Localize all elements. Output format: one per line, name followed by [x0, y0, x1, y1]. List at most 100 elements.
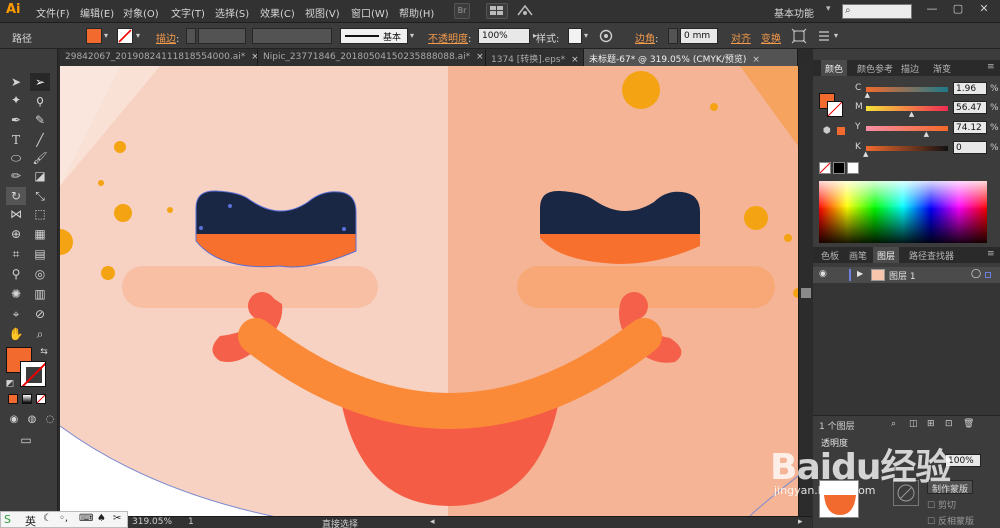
eyedropper-tool-icon[interactable]: ⚲ — [6, 265, 26, 283]
pencil-tool-icon[interactable]: ✏ — [6, 167, 26, 185]
corner-field[interactable]: 0 mm — [680, 28, 718, 44]
ime-tools-icon[interactable]: ✂ — [113, 513, 121, 524]
color-mode-icon[interactable] — [8, 394, 18, 404]
transparency-opacity-field[interactable]: 100% — [945, 454, 981, 467]
visibility-eye-icon[interactable]: ◉ — [819, 269, 827, 279]
slice-tool-icon[interactable]: ⊘ — [30, 305, 50, 323]
scroll-thumb[interactable] — [801, 288, 811, 298]
workspace-switcher[interactable]: 基本功能 — [774, 5, 814, 20]
invert-mask-checkbox[interactable]: ☐ 反相蒙版 — [927, 514, 974, 527]
selection-tool-icon[interactable]: ➤ — [6, 73, 26, 91]
menu-help[interactable]: 帮助(H) — [399, 5, 434, 20]
tab-document-2[interactable]: Nipic_23771846_20180504150235888088.ai* × — [258, 49, 486, 66]
free-transform-tool-icon[interactable]: ⬚ — [30, 205, 50, 223]
isolate-object-icon[interactable] — [791, 28, 807, 44]
lasso-tool-icon[interactable]: ϙ — [30, 91, 50, 109]
opacity-field[interactable]: 100% — [478, 28, 530, 44]
tab-stroke[interactable]: 描边 — [897, 60, 923, 76]
minimize-button[interactable]: — — [922, 2, 942, 20]
stroke-weight-field[interactable] — [198, 28, 246, 44]
close-tab-icon[interactable]: × — [476, 52, 484, 62]
menu-effect[interactable]: 效果(C) — [260, 5, 295, 20]
ime-logo-icon[interactable]: S — [4, 513, 11, 526]
opacity-panel-link[interactable]: 不透明度 — [428, 34, 468, 45]
layer-row[interactable]: ◉ ▶ 图层 1 ◯ — [813, 267, 1000, 283]
ime-language[interactable]: 英 — [25, 513, 36, 528]
panel-menu-icon[interactable]: ≡ — [983, 60, 999, 76]
control-bar-menu-icon[interactable]: ▾ — [834, 31, 838, 40]
mask-placeholder[interactable] — [893, 480, 919, 506]
stroke-color-box[interactable] — [20, 361, 46, 387]
layers-panel-menu-icon[interactable]: ≡ — [983, 247, 999, 263]
pen-tool-icon[interactable]: ✒ — [6, 111, 26, 129]
variable-width-profile[interactable] — [252, 28, 332, 44]
status-scroll-right[interactable]: ▸ — [798, 517, 803, 527]
cyan-slider-thumb[interactable]: ▲ — [865, 91, 870, 99]
fill-dropdown-icon[interactable]: ▾ — [104, 31, 108, 40]
style-dropdown-icon[interactable]: ▾ — [584, 31, 588, 40]
delete-layer-icon[interactable]: 🗑 — [963, 419, 974, 429]
black-slider[interactable] — [866, 146, 948, 151]
blend-tool-icon[interactable]: ◎ — [30, 265, 50, 283]
yellow-slider[interactable] — [866, 126, 948, 131]
menu-file[interactable]: 文件(F) — [36, 5, 70, 20]
make-mask-button[interactable]: 制作蒙版 — [927, 480, 974, 495]
out-of-gamut-swatch[interactable] — [837, 127, 845, 135]
cyan-slider[interactable] — [866, 87, 948, 92]
width-tool-icon[interactable]: ⋈ — [6, 205, 26, 223]
bridge-icon[interactable]: Br — [454, 3, 470, 19]
tab-swatches[interactable]: 色板 — [817, 247, 843, 263]
menu-type[interactable]: 文字(T) — [171, 5, 205, 20]
yellow-field[interactable]: 74.12 — [953, 121, 987, 134]
restore-button[interactable]: ▢ — [948, 2, 968, 20]
line-segment-tool-icon[interactable]: ╱ — [30, 131, 50, 149]
close-tab-icon[interactable]: × — [571, 55, 579, 65]
close-tab-icon[interactable]: × — [752, 55, 760, 65]
eraser-tool-icon[interactable]: ◪ — [30, 167, 50, 185]
status-scroll-left[interactable]: ◂ — [430, 517, 435, 527]
transform-panel-link[interactable]: 变换 — [761, 34, 781, 45]
mesh-tool-icon[interactable]: ⌗ — [6, 245, 26, 263]
artboard-canvas[interactable] — [60, 66, 798, 516]
perspective-grid-tool-icon[interactable]: ▦ — [30, 225, 50, 243]
workspace-dropdown-icon[interactable]: ▾ — [826, 4, 831, 14]
draw-inside-icon[interactable]: ◌ — [40, 411, 60, 429]
magenta-field[interactable]: 56.47 — [953, 101, 987, 114]
draw-normal-icon[interactable]: ◉ — [4, 411, 24, 429]
black-field[interactable]: 0 — [953, 141, 987, 154]
direct-selection-tool-icon[interactable]: ➢ — [30, 73, 50, 91]
tab-brushes[interactable]: 画笔 — [845, 247, 871, 263]
arrange-documents-icon[interactable] — [486, 3, 508, 19]
gpu-performance-icon[interactable] — [516, 3, 536, 19]
magic-wand-tool-icon[interactable]: ✦ — [6, 91, 26, 109]
tab-layers[interactable]: 图层 — [873, 247, 900, 263]
ime-skin-icon[interactable]: ♠ — [97, 513, 106, 524]
none-mode-icon[interactable] — [36, 394, 46, 404]
column-graph-tool-icon[interactable]: ▥ — [30, 285, 50, 303]
menu-object[interactable]: 对象(O) — [123, 5, 159, 20]
ime-punct-icon[interactable]: ◦, — [59, 513, 68, 524]
magenta-slider-thumb[interactable]: ▲ — [909, 110, 914, 118]
black-slider-thumb[interactable]: ▲ — [863, 150, 868, 158]
tab-color-guide[interactable]: 颜色参考 — [853, 60, 897, 76]
scale-tool-icon[interactable]: ⤡ — [30, 187, 50, 205]
yellow-slider-thumb[interactable]: ▲ — [924, 130, 929, 138]
draw-behind-icon[interactable]: ◍ — [22, 411, 42, 429]
corner-panel-link[interactable]: 边角 — [635, 34, 655, 45]
close-tab-icon[interactable]: × — [251, 52, 257, 62]
brush-definition[interactable]: 基本 — [340, 28, 408, 44]
brush-dropdown-icon[interactable]: ▾ — [410, 31, 414, 40]
artwork[interactable] — [60, 66, 798, 516]
menu-view[interactable]: 视图(V) — [305, 5, 340, 20]
screen-mode-icon[interactable]: ▭ — [16, 431, 36, 449]
cyan-field[interactable]: 1.96 — [953, 82, 987, 95]
layer-name[interactable]: 图层 1 — [889, 269, 916, 282]
menu-select[interactable]: 选择(S) — [215, 5, 249, 20]
artboard-tool-icon[interactable]: ⌖ — [6, 305, 26, 323]
stroke-color-swatch[interactable] — [117, 28, 133, 44]
stroke-dropdown-icon[interactable]: ▾ — [136, 31, 140, 40]
tab-document-active[interactable]: 未标题-67* @ 319.05% (CMYK/预览) × — [584, 49, 798, 66]
tab-gradient[interactable]: 渐变 — [929, 60, 955, 76]
stroke-weight-stepper[interactable] — [186, 28, 196, 44]
fill-color-swatch[interactable] — [86, 28, 102, 44]
